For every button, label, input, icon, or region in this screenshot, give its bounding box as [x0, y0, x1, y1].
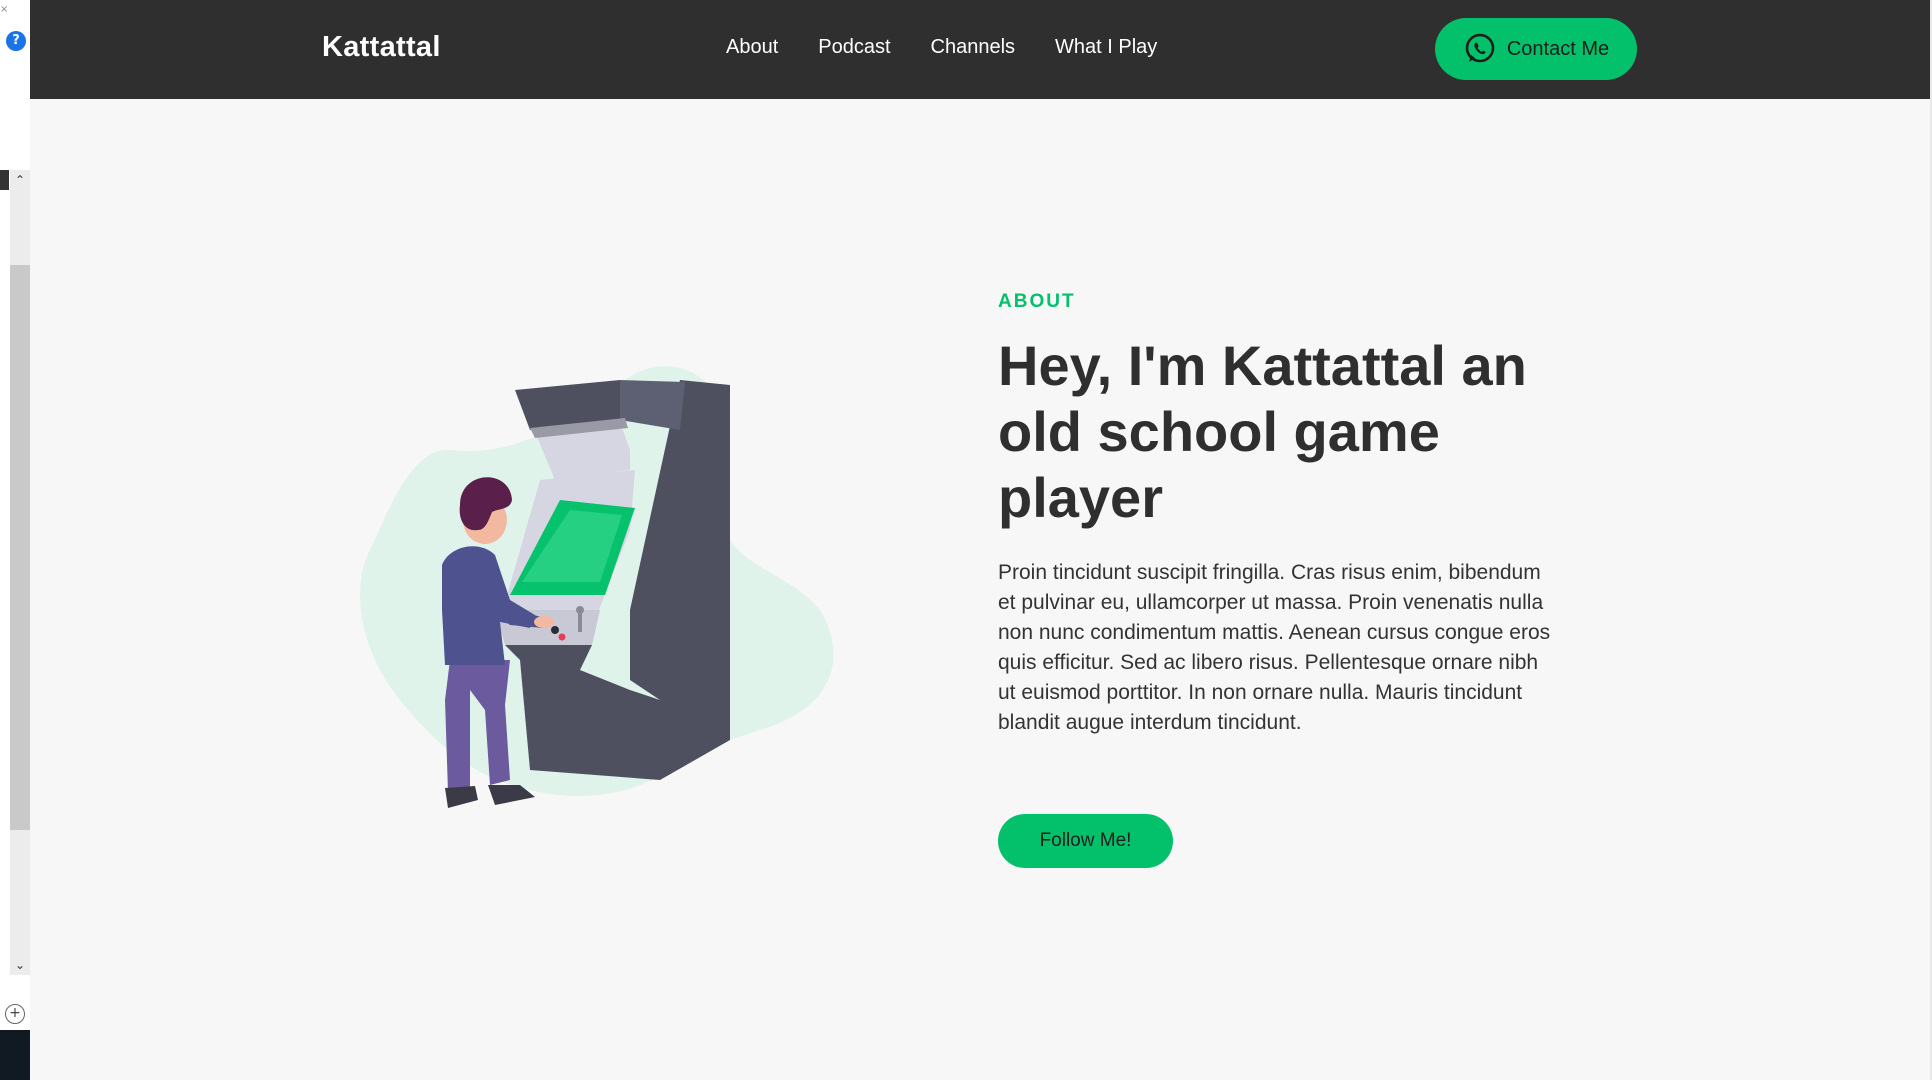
contact-me-label: Contact Me — [1506, 37, 1610, 60]
about-body: Proin tincidunt suscipit fringilla. Cras… — [998, 561, 1551, 734]
chevron-down-icon[interactable]: ⌄ — [12, 957, 28, 973]
contact-me-button[interactable]: Contact Me — [1435, 18, 1637, 80]
navbar: Kattattal About Podcast Channels What I … — [30, 0, 1932, 99]
nav-link-channels[interactable]: Channels — [931, 36, 1016, 59]
scroll-marker — [0, 170, 9, 190]
page: Kattattal About Podcast Channels What I … — [30, 0, 1932, 1080]
close-icon[interactable]: × — [0, 4, 8, 15]
follow-me-label: Follow Me! — [1039, 830, 1132, 851]
section-tag: ABOUT — [998, 291, 1076, 312]
question-mark-icon[interactable]: ? — [6, 31, 26, 51]
nav-link-what-i-play[interactable]: What I Play — [1055, 36, 1157, 59]
nav-link-podcast[interactable]: Podcast — [818, 36, 890, 59]
brand-logo[interactable]: Kattattal — [322, 31, 441, 64]
panel-footer — [0, 1030, 30, 1080]
arcade-player-illustration — [360, 366, 834, 808]
chevron-up-icon[interactable]: ⌃ — [12, 172, 28, 188]
about-headline: Hey, I'm Kattattal an old school game pl… — [998, 334, 1527, 529]
whatsapp-icon — [1465, 33, 1495, 63]
scrollbar-thumb[interactable] — [10, 265, 30, 830]
nav-links: About Podcast Channels What I Play — [726, 36, 1197, 59]
follow-me-button[interactable]: Follow Me! — [998, 814, 1173, 868]
editor-side-panel: × ? ⌃ ⌄ + — [0, 0, 31, 1080]
zoom-in-icon[interactable]: + — [5, 1004, 25, 1024]
nav-link-about[interactable]: About — [726, 36, 778, 59]
